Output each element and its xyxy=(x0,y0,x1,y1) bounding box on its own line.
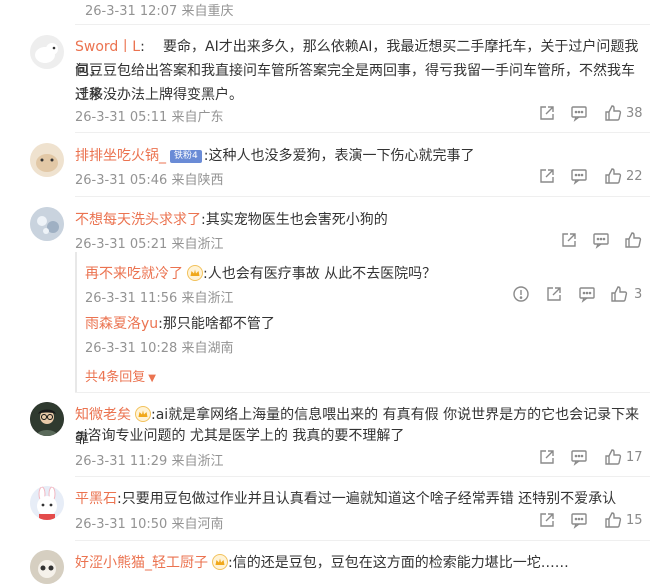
comment-actions: 17 xyxy=(538,448,650,470)
like-count: 15 xyxy=(626,513,643,528)
comment-text: :这种人也没多爱狗，表演一下伤心就完事了 xyxy=(203,148,475,164)
like-icon[interactable] xyxy=(604,104,624,124)
reply-author[interactable]: 再不来吃就冷了 xyxy=(85,266,183,282)
like-icon[interactable] xyxy=(604,167,624,187)
like-icon[interactable] xyxy=(604,511,624,531)
divider xyxy=(75,476,650,477)
comment-line: 排排坐吃火锅_ 铁粉4:这种人也没多爱狗，表演一下伤心就完事了 xyxy=(75,144,474,168)
comment-line: 不想每天洗头求求了:其实宠物医生也会害死小狗的 xyxy=(75,208,388,232)
like-count: 22 xyxy=(626,169,643,184)
reply-text: :人也会有医疗事故 从此不去医院吗？ xyxy=(203,266,437,282)
like-icon[interactable] xyxy=(604,448,624,468)
comment-text-line: ai咨询专业问题的 尤其是医学上的 我真的要不理解了 xyxy=(75,428,405,444)
crown-icon xyxy=(135,406,151,426)
comment-icon[interactable] xyxy=(578,285,598,305)
comment-meta: 26-3-31 12:07 来自重庆 xyxy=(85,4,234,19)
reply-meta: 26-3-31 10:28 来自湖南 xyxy=(85,341,234,356)
share-icon[interactable] xyxy=(538,104,558,124)
comment-line: 好涩小熊猫_轻工厨子 :信的还是豆包，豆包在这方面的检索能力堪比一坨…… xyxy=(75,551,569,575)
avatar[interactable] xyxy=(30,550,64,584)
commenter-name[interactable]: 知微老矣 xyxy=(75,407,131,423)
reply-actions: 3 xyxy=(512,285,650,307)
comment-icon[interactable] xyxy=(570,104,590,124)
comment-actions xyxy=(560,231,650,253)
share-icon[interactable] xyxy=(538,511,558,531)
commenter-name[interactable]: 好涩小熊猫_轻工厨子 xyxy=(75,555,208,571)
comment-text: :其实宠物医生也会害死小狗的 xyxy=(201,212,388,228)
divider xyxy=(75,392,650,393)
comment-text: :信的还是豆包，豆包在这方面的检索能力堪比一坨…… xyxy=(228,555,569,571)
comment-meta: 26-3-31 05:11 来自广东 xyxy=(75,110,224,125)
comment-actions: 22 xyxy=(538,167,650,189)
comment-icon[interactable] xyxy=(570,167,590,187)
comment-meta: 26-3-31 05:46 来自陕西 xyxy=(75,173,224,188)
crown-icon xyxy=(212,554,228,574)
commenter-name[interactable]: 平黑石 xyxy=(75,491,117,507)
comment-line: 平黑石:只要用豆包做过作业并且认真看过一遍就知道这个啥子经常弄错 还特别不爱承认 xyxy=(75,487,616,511)
like-icon[interactable] xyxy=(624,231,644,251)
more-replies-link[interactable]: 共4条回复 ▼ xyxy=(85,366,156,385)
like-count: 3 xyxy=(634,287,643,302)
like-icon[interactable] xyxy=(610,285,630,305)
comment-meta: 26-3-31 05:21 来自浙江 xyxy=(75,237,224,252)
share-icon[interactable] xyxy=(545,285,565,305)
share-icon[interactable] xyxy=(538,448,558,468)
avatar[interactable] xyxy=(30,207,64,241)
comment-text: :只要用豆包做过作业并且认真看过一遍就知道这个啥子经常弄错 还特别不爱承认 xyxy=(117,491,617,507)
report-icon[interactable] xyxy=(512,285,532,305)
like-count: 38 xyxy=(626,106,643,121)
fan-badge: 铁粉4 xyxy=(170,150,202,163)
comment-icon[interactable] xyxy=(592,231,612,251)
reply-line: 雨森夏洛yu:那只能啥都不管了 xyxy=(85,312,275,336)
reply-text: :那只能啥都不管了 xyxy=(158,316,275,332)
share-icon[interactable] xyxy=(560,231,580,251)
commenter-name[interactable]: 不想每天洗头求求了 xyxy=(75,212,201,228)
reply-line: 再不来吃就冷了 :人也会有医疗事故 从此不去医院吗？ xyxy=(85,262,436,286)
comment-actions: 38 xyxy=(538,104,650,126)
comment-icon[interactable] xyxy=(570,511,590,531)
comment-meta: 26-3-31 10:50 来自河南 xyxy=(75,517,224,532)
divider xyxy=(75,132,650,133)
comment-actions: 15 xyxy=(538,511,650,533)
divider xyxy=(75,540,650,541)
share-icon[interactable] xyxy=(538,167,558,187)
reply-author[interactable]: 雨森夏洛yu xyxy=(85,316,158,332)
reply-meta: 26-3-31 11:56 来自浙江 xyxy=(85,291,234,306)
avatar[interactable] xyxy=(30,35,64,69)
avatar[interactable] xyxy=(30,143,64,177)
comment-meta: 26-3-31 11:29 来自浙江 xyxy=(75,454,224,469)
crown-icon xyxy=(187,265,203,285)
like-count: 17 xyxy=(626,450,643,465)
divider xyxy=(75,196,650,197)
avatar[interactable] xyxy=(30,402,64,436)
avatar[interactable] xyxy=(30,486,64,520)
commenter-name[interactable]: 排排坐吃火锅_ xyxy=(75,148,166,164)
divider xyxy=(75,24,650,25)
comment-icon[interactable] xyxy=(570,448,590,468)
